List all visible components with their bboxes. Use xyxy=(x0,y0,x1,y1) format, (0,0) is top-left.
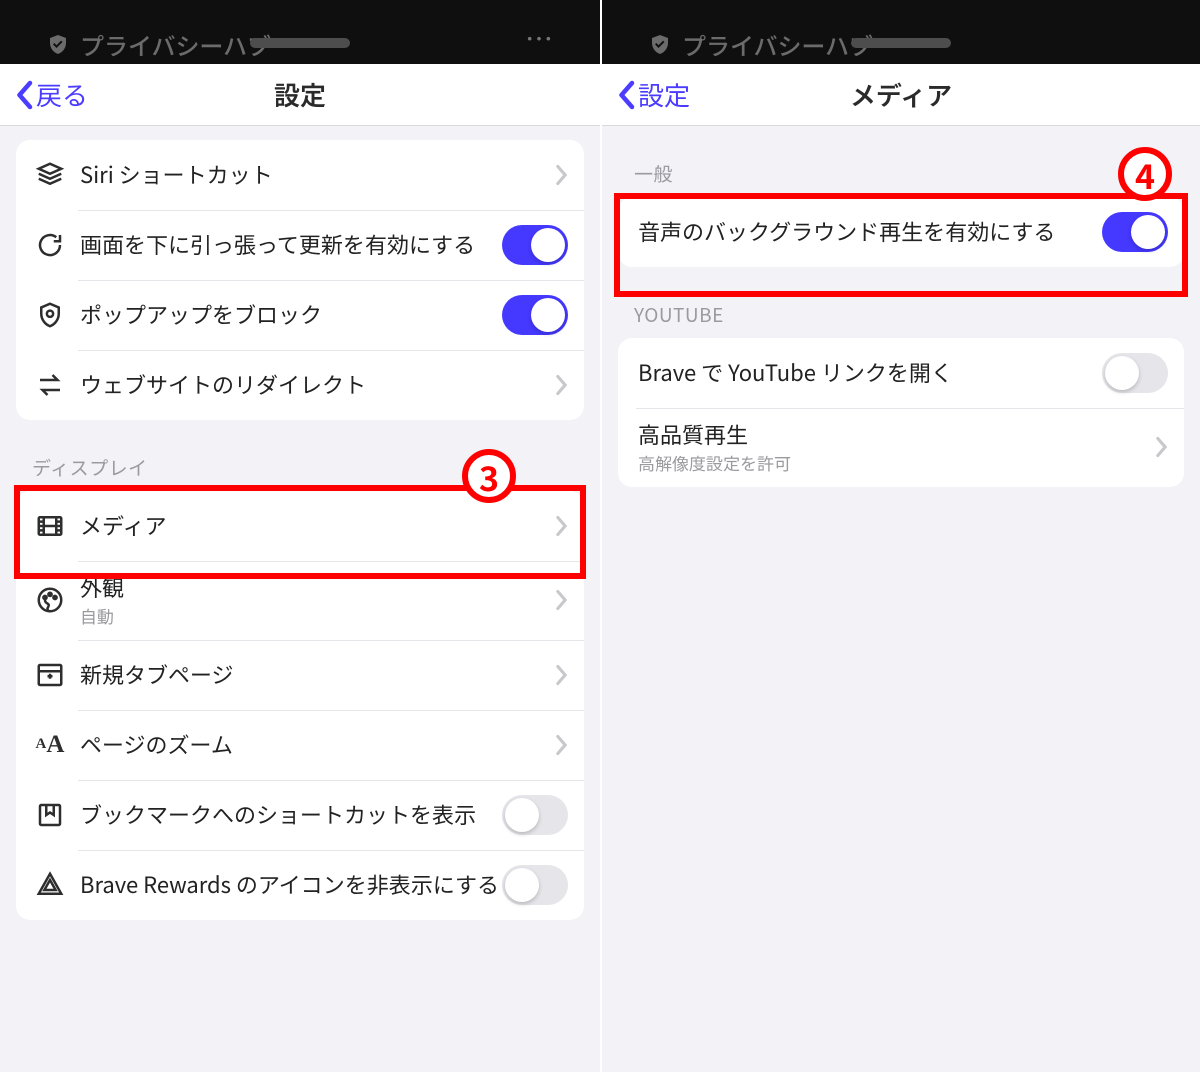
toggle-switch[interactable] xyxy=(1102,212,1168,252)
row-label: ページのズーム xyxy=(70,730,555,760)
row-label: Brave で YouTube リンクを開く xyxy=(638,358,1102,388)
row-label: ウェブサイトのリダイレクト xyxy=(70,370,555,400)
back-button[interactable]: 設定 xyxy=(616,76,690,113)
settings-group-general: Siri ショートカット 画面を下に引っ張って更新を有効にする ポップアップをブ… xyxy=(16,140,584,420)
row-label: ポップアップをブロック xyxy=(70,300,502,330)
toggle-switch[interactable] xyxy=(502,295,568,335)
row-bookmark-shortcut[interactable]: ブックマークへのショートカットを表示 xyxy=(16,780,584,850)
home-indicator xyxy=(250,38,350,48)
row-label: 高品質再生 高解像度設定を許可 xyxy=(638,420,1155,475)
film-icon xyxy=(30,511,70,541)
brave-rewards-icon xyxy=(30,870,70,900)
page-title: メディア xyxy=(850,76,952,113)
annotation-badge-3: 3 xyxy=(462,449,516,503)
text-size-icon: AA xyxy=(30,731,70,759)
row-label: Siri ショートカット xyxy=(70,160,555,190)
page-title: 設定 xyxy=(274,76,326,113)
media-group-youtube: Brave で YouTube リンクを開く 高品質再生 高解像度設定を許可 xyxy=(618,338,1184,487)
status-bar: プライバシーハブ ⋯ xyxy=(0,0,600,64)
row-label: Brave Rewards のアイコンを非表示にする xyxy=(70,870,502,900)
settings-pane: プライバシーハブ ⋯ 戻る 設定 Siri ショートカット 画面を下に引 xyxy=(0,0,600,1072)
section-header-youtube: YOUTUBE xyxy=(618,267,1184,338)
row-appearance[interactable]: 外観 自動 xyxy=(16,561,584,640)
home-indicator xyxy=(851,38,951,48)
row-label: メディア xyxy=(70,511,555,541)
row-label: 音声のバックグラウンド再生を有効にする xyxy=(638,217,1102,247)
toggle-switch[interactable] xyxy=(1102,353,1168,393)
navbar: 戻る 設定 xyxy=(0,64,600,126)
chevron-right-icon xyxy=(555,374,568,396)
refresh-icon xyxy=(30,230,70,260)
row-hide-rewards-icon[interactable]: Brave Rewards のアイコンを非表示にする xyxy=(16,850,584,920)
navbar: 設定 メディア xyxy=(602,64,1200,126)
new-tab-icon xyxy=(30,660,70,690)
row-high-quality[interactable]: 高品質再生 高解像度設定を許可 xyxy=(618,408,1184,487)
chevron-left-icon xyxy=(616,80,636,110)
row-website-redirect[interactable]: ウェブサイトのリダイレクト xyxy=(16,350,584,420)
row-new-tab[interactable]: 新規タブページ xyxy=(16,640,584,710)
shield-icon xyxy=(30,300,70,330)
chevron-right-icon xyxy=(555,734,568,756)
privacy-hub-label: プライバシーハブ xyxy=(46,27,271,62)
row-media[interactable]: メディア xyxy=(16,491,584,561)
chevron-right-icon xyxy=(555,164,568,186)
shield-check-icon xyxy=(46,33,70,57)
palette-icon xyxy=(30,585,70,615)
media-pane: プライバシーハブ 設定 メディア 一般 4 音声のバックグラウンド再生を有効にす… xyxy=(600,0,1200,1072)
row-background-audio[interactable]: 音声のバックグラウンド再生を有効にする xyxy=(618,197,1184,267)
media-content: 一般 4 音声のバックグラウンド再生を有効にする YOUTUBE Brave で… xyxy=(602,126,1200,1072)
chevron-right-icon xyxy=(1155,436,1168,458)
back-label: 設定 xyxy=(638,76,690,113)
toggle-switch[interactable] xyxy=(502,225,568,265)
media-group-general: 音声のバックグラウンド再生を有効にする xyxy=(618,197,1184,267)
settings-group-display: メディア 外観 自動 新規タブペ xyxy=(16,491,584,920)
bookmark-icon xyxy=(30,800,70,830)
row-label: 画面を下に引っ張って更新を有効にする xyxy=(70,230,502,260)
row-label: 新規タブページ xyxy=(70,660,555,690)
back-label: 戻る xyxy=(36,76,88,113)
chevron-left-icon xyxy=(14,80,34,110)
row-block-popups[interactable]: ポップアップをブロック xyxy=(16,280,584,350)
layers-icon xyxy=(30,160,70,190)
row-pull-refresh[interactable]: 画面を下に引っ張って更新を有効にする xyxy=(16,210,584,280)
more-icon[interactable]: ⋯ xyxy=(525,18,556,58)
swap-icon xyxy=(30,370,70,400)
row-open-youtube-links[interactable]: Brave で YouTube リンクを開く xyxy=(618,338,1184,408)
back-button[interactable]: 戻る xyxy=(14,76,88,113)
section-header-general: 一般 xyxy=(618,126,1184,197)
chevron-right-icon xyxy=(555,664,568,686)
settings-content: Siri ショートカット 画面を下に引っ張って更新を有効にする ポップアップをブ… xyxy=(0,126,600,1072)
shield-check-icon xyxy=(648,33,672,57)
row-label: 外観 自動 xyxy=(70,573,555,628)
toggle-switch[interactable] xyxy=(502,795,568,835)
toggle-switch[interactable] xyxy=(502,865,568,905)
annotation-badge-4: 4 xyxy=(1118,147,1172,201)
privacy-hub-label: プライバシーハブ xyxy=(648,27,873,62)
row-label: ブックマークへのショートカットを表示 xyxy=(70,800,502,830)
row-page-zoom[interactable]: AA ページのズーム xyxy=(16,710,584,780)
status-bar: プライバシーハブ xyxy=(602,0,1200,64)
chevron-right-icon xyxy=(555,515,568,537)
row-siri-shortcuts[interactable]: Siri ショートカット xyxy=(16,140,584,210)
chevron-right-icon xyxy=(555,589,568,611)
